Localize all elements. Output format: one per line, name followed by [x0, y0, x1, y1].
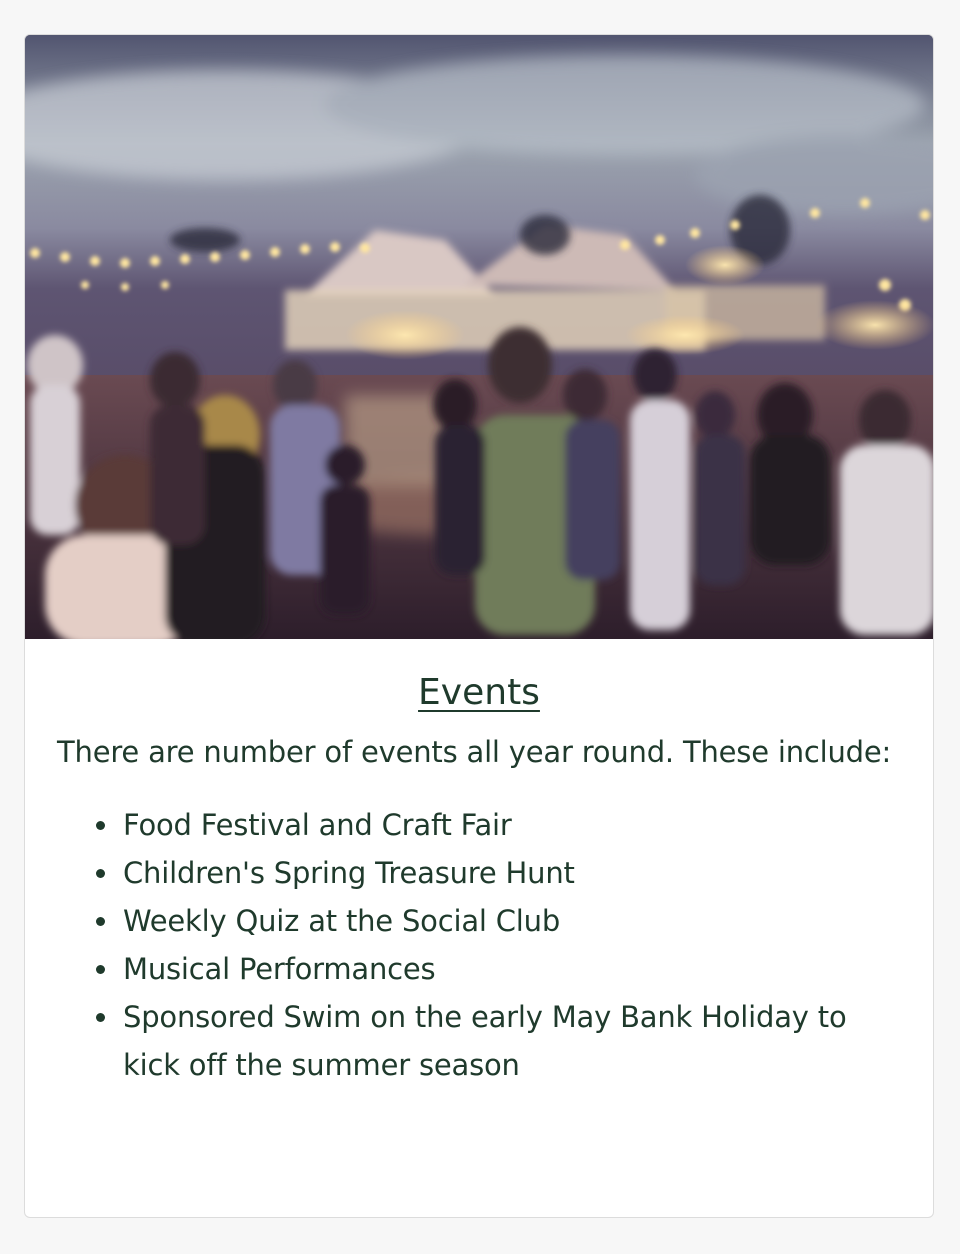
events-card-body: Events There are number of events all ye… [25, 639, 933, 1089]
events-card: Events There are number of events all ye… [24, 34, 934, 1218]
market-scene-illustration [25, 35, 933, 639]
list-item: Sponsored Swim on the early May Bank Hol… [121, 993, 901, 1089]
list-item: Musical Performances [121, 945, 901, 993]
events-intro: There are number of events all year roun… [57, 735, 892, 769]
events-hero-image [25, 35, 933, 639]
events-list: Food Festival and Craft Fair Children's … [57, 801, 901, 1089]
list-item: Children's Spring Treasure Hunt [121, 849, 901, 897]
list-item: Weekly Quiz at the Social Club [121, 897, 901, 945]
events-title: Events [418, 672, 540, 713]
list-item: Food Festival and Craft Fair [121, 801, 901, 849]
